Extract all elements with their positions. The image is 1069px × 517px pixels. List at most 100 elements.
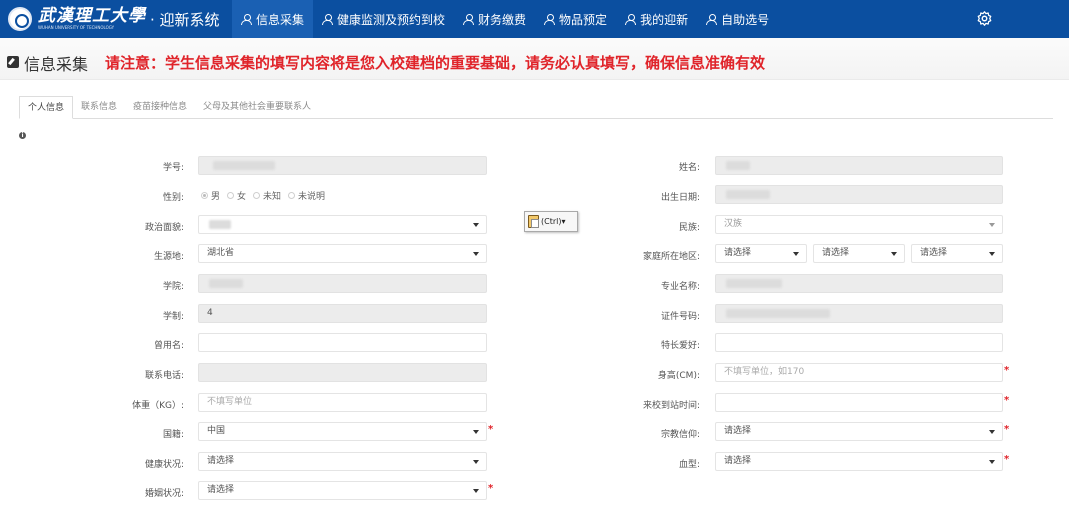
system-name: · 迎新系统: [150, 10, 220, 29]
chevron-down-icon: [473, 430, 479, 434]
district-select[interactable]: 请选择: [911, 244, 1003, 263]
tab-personal-info[interactable]: 个人信息: [19, 96, 74, 119]
required-marker: *: [1004, 365, 1010, 376]
student-id-field: [198, 156, 487, 175]
user-icon: [706, 13, 718, 25]
gender-label: 性别:: [162, 193, 184, 203]
city-select[interactable]: 请选择: [813, 244, 905, 263]
nav-health-appointment[interactable]: 健康监测及预约到校: [313, 0, 454, 38]
arrival-time-label: 来校到站时间:: [642, 401, 700, 411]
nationality-select[interactable]: 中国: [198, 422, 487, 441]
main-nav: 信息采集 健康监测及预约到校 财务缴费 物品预定 我的迎新 自助选号: [232, 0, 778, 38]
required-marker: *: [488, 483, 494, 494]
tab-bar: 个人信息 联系信息 疫苗接种信息 父母及其他社会重要联系人: [19, 96, 1053, 119]
info-icon[interactable]: i: [19, 132, 26, 139]
gear-icon[interactable]: [976, 10, 993, 27]
nav-number-selection[interactable]: 自助选号: [697, 0, 778, 38]
chevron-down-icon: [891, 252, 897, 256]
nav-info-collection[interactable]: 信息采集: [232, 0, 314, 38]
political-status-select[interactable]: [198, 215, 487, 234]
hobbies-input[interactable]: [715, 333, 1003, 352]
college-field: [198, 274, 487, 293]
nationality-label: 国籍:: [162, 430, 184, 440]
major-label: 专业名称:: [660, 282, 700, 292]
birthdate-label: 出生日期:: [660, 193, 700, 203]
duration-field: 4: [198, 304, 487, 323]
top-nav-bar: 武漢理工大學 WUHAN UNIVERSITY OF TECHNOLOGY · …: [0, 0, 1069, 38]
tab-contact-info[interactable]: 联系信息: [73, 96, 125, 118]
former-name-label: 曾用名:: [153, 341, 184, 351]
chevron-down-icon: [989, 460, 995, 464]
edit-icon: [7, 56, 19, 68]
marital-select[interactable]: 请选择: [198, 481, 487, 500]
chevron-down-icon: [989, 223, 995, 227]
ethnicity-select[interactable]: 汉族: [715, 215, 1003, 234]
hobbies-label: 特长爱好:: [660, 341, 700, 351]
phone-field: [198, 363, 487, 382]
gender-radio-group: 男 女 未知 未说明: [201, 189, 332, 202]
marital-label: 婚姻状况:: [144, 489, 184, 499]
user-icon: [322, 13, 334, 25]
origin-select[interactable]: 湖北省: [198, 244, 487, 263]
health-label: 健康状况:: [144, 460, 184, 470]
arrival-time-input[interactable]: [715, 393, 1003, 412]
page-title: 信息采集: [24, 55, 89, 74]
user-icon: [625, 13, 637, 25]
required-marker: *: [1004, 454, 1010, 465]
university-logo[interactable]: 武漢理工大學 WUHAN UNIVERSITY OF TECHNOLOGY · …: [0, 0, 232, 38]
user-icon: [241, 13, 252, 25]
origin-label: 生源地:: [153, 252, 184, 262]
id-number-field: [715, 304, 1003, 323]
blood-type-label: 血型:: [678, 460, 700, 470]
required-marker: *: [1004, 395, 1010, 406]
id-number-label: 证件号码:: [660, 312, 700, 322]
tab-family-contacts[interactable]: 父母及其他社会重要联系人: [195, 96, 319, 118]
birthdate-field: [715, 185, 1003, 204]
chevron-down-icon: [989, 430, 995, 434]
notice-text: 请注意：学生信息采集的填写内容将是您入校建档的重要基础，请务必认真填写，确保信息…: [105, 54, 766, 72]
phone-label: 联系电话:: [144, 371, 184, 381]
required-marker: *: [1004, 424, 1010, 435]
gender-radio-female[interactable]: [227, 192, 235, 199]
chevron-down-icon: [989, 252, 995, 256]
name-label: 姓名:: [678, 163, 700, 173]
health-select[interactable]: 请选择: [198, 452, 487, 471]
paste-options-button[interactable]: (Ctrl)▾: [524, 211, 578, 232]
name-field: [715, 156, 1003, 175]
former-name-input[interactable]: [198, 333, 487, 352]
blood-type-select[interactable]: 请选择: [715, 452, 1003, 471]
weight-label: 体重（KG）:: [132, 401, 184, 411]
nav-item-booking[interactable]: 物品预定: [535, 0, 616, 38]
gender-radio-unspecified[interactable]: [288, 192, 296, 199]
religion-select[interactable]: 请选择: [715, 422, 1003, 441]
chevron-down-icon: [473, 489, 479, 493]
political-status-label: 政治面貌:: [144, 223, 184, 233]
college-label: 学院:: [162, 282, 184, 292]
chevron-down-icon: [473, 223, 479, 227]
logo-subtitle: WUHAN UNIVERSITY OF TECHNOLOGY: [38, 25, 115, 30]
university-seal-icon: [8, 7, 32, 31]
student-id-label: 学号:: [162, 163, 184, 173]
ethnicity-label: 民族:: [678, 223, 700, 233]
clipboard-icon: [528, 215, 539, 228]
required-marker: *: [488, 424, 494, 435]
gender-radio-unknown[interactable]: [253, 192, 261, 199]
chevron-down-icon: [473, 252, 479, 256]
duration-label: 学制:: [162, 312, 184, 322]
religion-label: 宗教信仰:: [660, 430, 700, 440]
major-field: [715, 274, 1003, 293]
height-label: 身高(CM):: [657, 371, 700, 381]
logo-title: 武漢理工大學: [38, 6, 146, 26]
chevron-down-icon: [793, 252, 799, 256]
chevron-down-icon: [473, 460, 479, 464]
tab-vaccine-info[interactable]: 疫苗接种信息: [125, 96, 195, 118]
user-icon: [463, 13, 475, 25]
weight-input[interactable]: 不填写单位: [198, 393, 487, 412]
home-region-label: 家庭所在地区:: [642, 252, 700, 262]
nav-my-welcome[interactable]: 我的迎新: [616, 0, 697, 38]
height-input[interactable]: 不填写单位，如170: [715, 363, 1003, 382]
gender-radio-male[interactable]: [201, 192, 208, 199]
user-icon: [544, 13, 556, 25]
nav-payment[interactable]: 财务缴费: [454, 0, 535, 38]
province-select[interactable]: 请选择: [715, 244, 807, 263]
